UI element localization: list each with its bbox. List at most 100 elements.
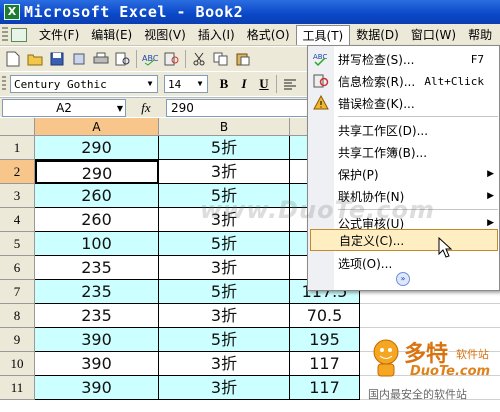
cut-icon[interactable]: [190, 50, 208, 68]
cell-b[interactable]: 5折: [159, 280, 290, 304]
cell-b[interactable]: 5折: [159, 136, 290, 160]
insert-function-icon[interactable]: fx: [126, 100, 166, 116]
row-header[interactable]: 10: [0, 352, 35, 376]
paste-icon[interactable]: [234, 50, 252, 68]
mouse-cursor-icon: [438, 237, 452, 258]
font-size-box[interactable]: 14 ▼: [164, 75, 208, 93]
row-header[interactable]: 11: [0, 376, 35, 400]
toolbar-separator: [136, 50, 137, 68]
align-left-icon[interactable]: [281, 75, 299, 93]
menu-edit[interactable]: 编辑(E): [85, 25, 138, 45]
name-box[interactable]: A2 ▼: [2, 98, 126, 117]
cell-a[interactable]: 235: [35, 280, 159, 304]
chevron-down-icon[interactable]: ▼: [144, 77, 156, 91]
open-icon[interactable]: [26, 50, 44, 68]
cell-d[interactable]: [360, 304, 500, 328]
cell-a[interactable]: 260: [35, 184, 159, 208]
cell-b[interactable]: 3折: [159, 256, 290, 280]
menu-item-label: 信息检索(R)...: [338, 74, 416, 89]
spellcheck-icon: ABC: [313, 51, 329, 67]
bold-button[interactable]: B: [214, 75, 234, 93]
standard-toolbar: ABC: [0, 47, 310, 71]
formatting-toolbar: Century Gothic ▼ 14 ▼ B I U: [0, 72, 310, 96]
save-icon[interactable]: [48, 50, 66, 68]
menu-item-error-check[interactable]: 错误检查(K)...: [308, 92, 500, 114]
cell-a[interactable]: 290: [35, 136, 159, 160]
new-icon[interactable]: [4, 50, 22, 68]
menu-item-options[interactable]: 选项(O)...: [308, 252, 500, 274]
toolbar-grip-icon[interactable]: [2, 76, 6, 92]
menu-data[interactable]: 数据(D): [350, 25, 405, 45]
cell-b[interactable]: 3折: [159, 352, 290, 376]
error-check-icon: [313, 95, 329, 111]
cell-c[interactable]: 70.5: [290, 304, 360, 328]
permission-icon[interactable]: [70, 50, 88, 68]
cell-b[interactable]: 3折: [159, 304, 290, 328]
research-icon[interactable]: [163, 50, 181, 68]
menu-item-shared-workspace[interactable]: 共享工作区(D)...: [308, 119, 500, 141]
submenu-arrow-icon: ▶: [487, 169, 494, 179]
menu-file[interactable]: 文件(F): [33, 25, 85, 45]
tools-menu-dropdown: ABC 拼写检查(S)... F7 信息检索(R)... Alt+Click 错…: [307, 45, 500, 291]
row-header[interactable]: 9: [0, 328, 35, 352]
cell-a[interactable]: 390: [35, 376, 159, 400]
row-header[interactable]: 1: [0, 136, 35, 160]
menu-item-spelling[interactable]: ABC 拼写检查(S)... F7: [308, 48, 500, 70]
italic-button[interactable]: I: [234, 75, 254, 93]
row-header[interactable]: 7: [0, 280, 35, 304]
cell-a[interactable]: 390: [35, 352, 159, 376]
menu-window[interactable]: 窗口(W): [405, 25, 462, 45]
cell-a[interactable]: 100: [35, 232, 159, 256]
print-preview-icon[interactable]: [114, 50, 132, 68]
copy-icon[interactable]: [212, 50, 230, 68]
cell-c[interactable]: 117: [290, 376, 360, 400]
mascot-icon: [373, 339, 399, 377]
expand-menu-chevron-icon[interactable]: »: [396, 272, 410, 286]
menu-bar: 文件(F) 编辑(E) 视图(V) 插入(I) 格式(O) 工具(T) 数据(D…: [0, 24, 500, 46]
svg-text:ABC: ABC: [313, 53, 327, 61]
row-header[interactable]: 3: [0, 184, 35, 208]
cell-a[interactable]: 390: [35, 328, 159, 352]
cell-c[interactable]: 117: [290, 352, 360, 376]
cell-c[interactable]: 195: [290, 328, 360, 352]
workbook-icon[interactable]: [11, 27, 27, 42]
cell-b[interactable]: 3折: [159, 160, 290, 184]
cell-a[interactable]: 235: [35, 304, 159, 328]
menu-item-share-workbook[interactable]: 共享工作簿(B)...: [308, 141, 500, 163]
row-header[interactable]: 5: [0, 232, 35, 256]
menu-help[interactable]: 帮助: [462, 25, 498, 45]
spelling-icon[interactable]: ABC: [141, 50, 159, 68]
cell-b[interactable]: 5折: [159, 328, 290, 352]
cell-a[interactable]: 260: [35, 208, 159, 232]
menu-separator: [338, 116, 498, 117]
row-header[interactable]: 2: [0, 160, 35, 184]
cell-a[interactable]: 235: [35, 256, 159, 280]
menu-item-research[interactable]: 信息检索(R)... Alt+Click: [308, 70, 500, 92]
name-box-value: A2: [56, 100, 72, 115]
row-header[interactable]: 8: [0, 304, 35, 328]
column-header-a[interactable]: A: [35, 118, 159, 136]
menu-format[interactable]: 格式(O): [241, 25, 296, 45]
menu-tools[interactable]: 工具(T): [295, 24, 351, 45]
menu-view[interactable]: 视图(V): [138, 25, 192, 45]
font-name-box[interactable]: Century Gothic ▼: [10, 75, 158, 93]
select-all-corner[interactable]: [0, 118, 35, 136]
underline-button[interactable]: U: [254, 75, 274, 93]
menubar-grip-icon[interactable]: [2, 26, 8, 43]
chevron-down-icon[interactable]: ▼: [194, 77, 206, 91]
menu-item-label: 自定义(C)...: [339, 233, 405, 248]
menu-insert[interactable]: 插入(I): [192, 25, 241, 45]
chevron-down-icon[interactable]: ▼: [117, 101, 123, 117]
cell-b[interactable]: 5折: [159, 232, 290, 256]
watermark-logo-en: DuoTe.com: [410, 364, 491, 379]
submenu-arrow-icon: ▶: [487, 191, 494, 201]
menu-item-customize[interactable]: 自定义(C)...: [310, 229, 498, 251]
row-header[interactable]: 4: [0, 208, 35, 232]
menu-item-shortcut: Alt+Click: [424, 74, 484, 88]
print-icon[interactable]: [92, 50, 110, 68]
menu-item-protection[interactable]: 保护(P) ▶: [308, 163, 500, 185]
cell-a[interactable]: 290: [35, 160, 159, 184]
row-header[interactable]: 6: [0, 256, 35, 280]
cell-b[interactable]: 3折: [159, 376, 290, 400]
column-header-b[interactable]: B: [159, 118, 290, 136]
